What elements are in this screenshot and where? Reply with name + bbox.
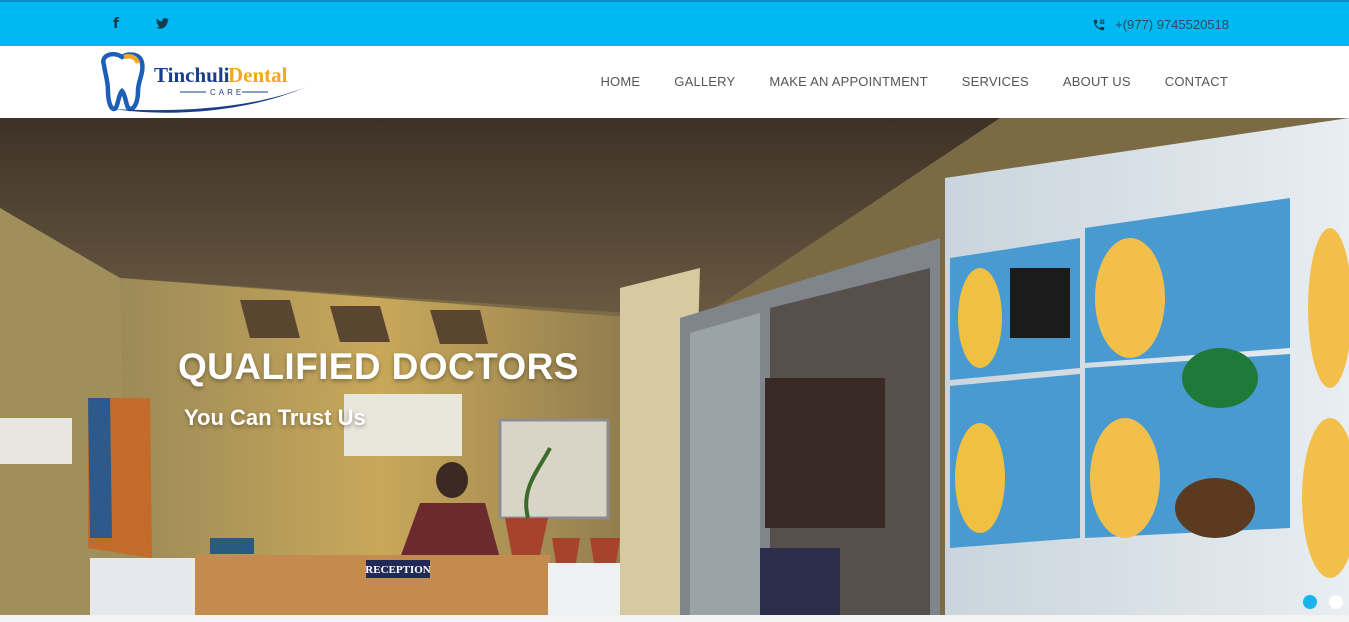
top-bar: f +(977) 9745520518 — [0, 0, 1349, 46]
hero-subtitle: You Can Trust Us — [184, 405, 366, 430]
main-nav: HOME GALLERY MAKE AN APPOINTMENT SERVICE… — [600, 74, 1228, 89]
phone-icon — [1093, 19, 1105, 30]
nav-make-appointment[interactable]: MAKE AN APPOINTMENT — [769, 74, 927, 89]
site-header: Tinchuli Dental CARE HOME GALLERY MAKE A… — [0, 46, 1349, 118]
logo-tagline: CARE — [210, 88, 244, 97]
nav-gallery[interactable]: GALLERY — [674, 74, 735, 89]
nav-about-us[interactable]: ABOUT US — [1063, 74, 1131, 89]
logo-name-part1: Tinchuli — [154, 63, 230, 87]
hero-slider: RECEPTION QUALIFIED DOCTORS You Can Trus… — [0, 118, 1349, 615]
logo-name-part2: Dental — [228, 63, 288, 87]
phone-number: +(977) 9745520518 — [1115, 17, 1229, 32]
reception-sign: RECEPTION — [365, 564, 430, 576]
slider-dot-2[interactable] — [1329, 595, 1343, 609]
facebook-icon[interactable]: f — [113, 16, 119, 32]
twitter-icon[interactable] — [156, 17, 169, 33]
slider-dot-1[interactable] — [1303, 595, 1317, 609]
nav-services[interactable]: SERVICES — [962, 74, 1029, 89]
phone-contact[interactable]: +(977) 9745520518 — [1092, 17, 1229, 32]
logo-tooth-icon — [101, 52, 145, 112]
site-logo[interactable]: Tinchuli Dental CARE — [96, 51, 310, 115]
nav-contact[interactable]: CONTACT — [1165, 74, 1228, 89]
nav-home[interactable]: HOME — [600, 74, 640, 89]
hero-title: QUALIFIED DOCTORS — [178, 346, 579, 387]
